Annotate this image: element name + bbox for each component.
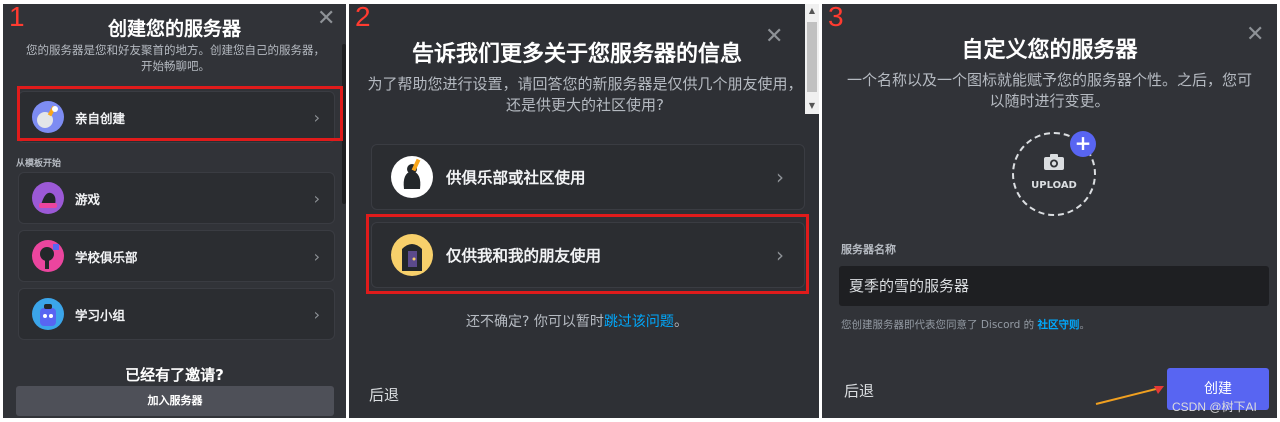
server-name-input[interactable]: 夏季的雪的服务器 (839, 266, 1269, 306)
skip-question-link[interactable]: 跳过该问题 (604, 314, 674, 330)
join-server-button[interactable]: 加入服务器 (16, 386, 334, 416)
club-community-icon (390, 155, 434, 199)
page-description: 一个名称以及一个图标就能赋予您的服务器个性。之后，您可以随时进行变更。 (847, 71, 1253, 110)
customize-server-panel: 3 ✕ 自定义您的服务器 一个名称以及一个图标就能赋予您的服务器个性。之后，您可… (822, 4, 1277, 418)
scrollbar-thumb[interactable] (807, 22, 817, 92)
study-group-icon (31, 297, 65, 331)
scroll-down-icon[interactable]: ▼ (805, 101, 819, 110)
page-title: 告诉我们更多关于您服务器的信息 (411, 42, 742, 67)
page-description: 您的服务器是您和好友聚首的地方。创建您自己的服务器，开始畅聊吧。 (26, 43, 325, 73)
gaming-icon (31, 181, 65, 215)
invite-heading: 已经有了邀请? (125, 366, 224, 384)
template-label: 学习小组 (75, 307, 126, 323)
page-title: 创建您的服务器 (107, 18, 241, 40)
skip-question-text: 还不确定? 你可以暂时跳过该问题。 (466, 314, 688, 330)
scroll-up-icon[interactable]: ▲ (805, 6, 819, 15)
step-number-3: 3 (828, 4, 844, 32)
community-guidelines-link[interactable]: 社区守则 (1037, 319, 1079, 331)
server-purpose-panel: 2 ✕ 告诉我们更多关于您服务器的信息 为了帮助您进行设置，请回答您的新服务器是… (349, 4, 819, 418)
upload-label: UPLOAD (1031, 180, 1077, 191)
server-name-label: 服务器名称 (841, 243, 896, 256)
highlight-box (17, 86, 343, 141)
plus-icon[interactable]: + (1070, 131, 1096, 157)
terms-text: 您创建服务器即代表您同意了 Discord 的 社区守则。 (841, 319, 1090, 331)
watermark: CSDN @树下AI (1172, 400, 1257, 414)
back-button[interactable]: 后退 (844, 380, 874, 401)
club-community-option[interactable]: 供俱乐部或社区使用 › (371, 144, 805, 210)
annotation-arrow-icon (1095, 386, 1164, 405)
chevron-right-icon: › (776, 165, 784, 189)
template-study-group-button[interactable]: 学习小组 › (18, 288, 335, 340)
step-number-2: 2 (355, 4, 371, 32)
page-description: 为了帮助您进行设置，请回答您的新服务器是仅供几个朋友使用，还是供更大的社区使用? (367, 75, 803, 114)
template-gaming-button[interactable]: 游戏 › (18, 172, 335, 224)
highlight-box (366, 214, 809, 294)
chevron-right-icon: › (313, 246, 320, 266)
chevron-right-icon: › (313, 304, 320, 324)
back-button[interactable]: 后退 (369, 384, 399, 405)
template-school-club-button[interactable]: 学校俱乐部 › (18, 230, 335, 282)
page-title: 自定义您的服务器 (961, 38, 1138, 63)
create-server-panel: 1 ✕ 创建您的服务器 您的服务器是您和好友聚首的地方。创建您自己的服务器，开始… (3, 4, 346, 418)
scrollbar[interactable]: ▲ ▼ (805, 4, 819, 114)
option-label: 供俱乐部或社区使用 (446, 169, 586, 187)
school-club-icon (31, 239, 65, 273)
template-section-label: 从模板开始 (16, 159, 62, 169)
template-label: 游戏 (75, 191, 101, 207)
template-label: 学校俱乐部 (75, 249, 138, 265)
chevron-right-icon: › (313, 188, 320, 208)
